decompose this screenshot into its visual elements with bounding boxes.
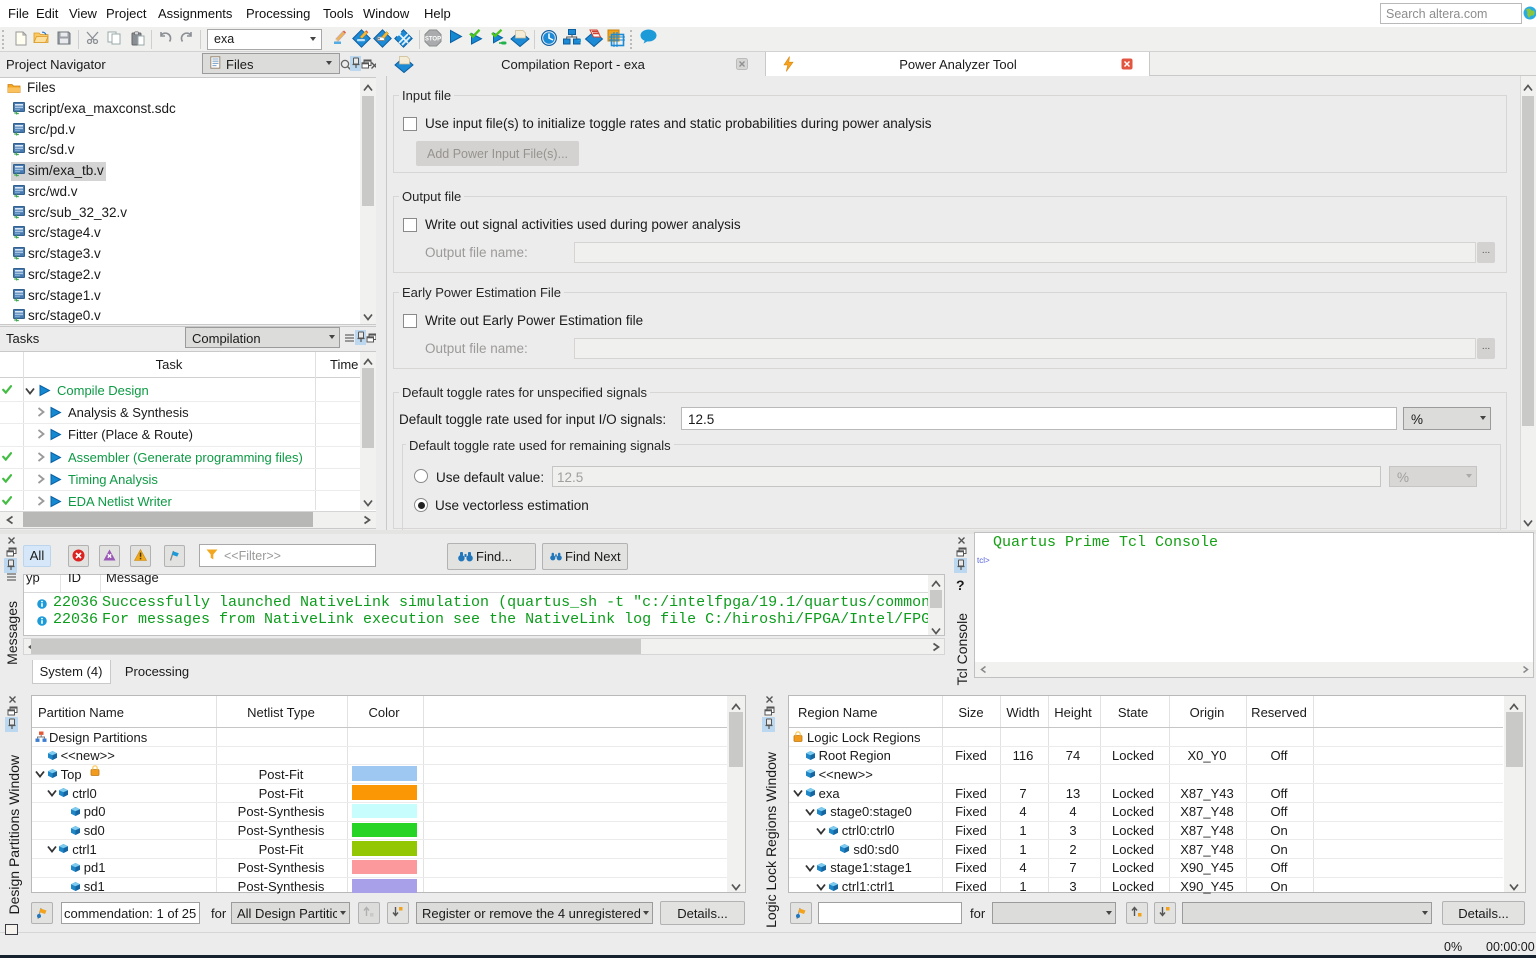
svg-text:STOP: STOP — [425, 37, 441, 43]
